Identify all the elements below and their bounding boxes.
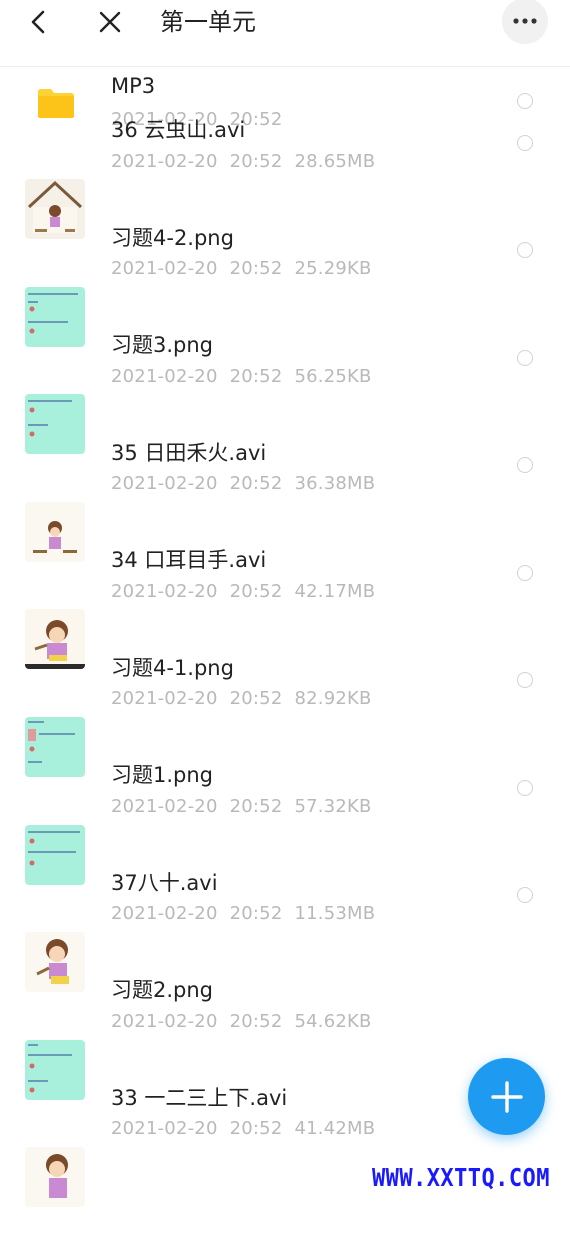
file-time: 20:52 xyxy=(229,1010,283,1032)
file-time: 20:52 xyxy=(229,472,283,494)
select-radio[interactable] xyxy=(517,456,533,473)
file-date: 2021-02-20 xyxy=(111,580,218,602)
file-name: 35 日田禾火.avi xyxy=(111,440,267,465)
top-bar: 第一单元 xyxy=(0,0,570,67)
file-size: 36.38MB xyxy=(294,472,376,494)
file-size: 28.65MB xyxy=(294,151,376,172)
file-size: 25.29KB xyxy=(294,258,372,279)
file-time: 20:52 xyxy=(229,687,283,709)
file-name: 33 一二三上下.avi xyxy=(111,1085,288,1110)
add-button[interactable] xyxy=(468,1058,545,1135)
select-radio[interactable] xyxy=(517,350,533,366)
file-meta: 2021-02-20 20:52 41.42MB xyxy=(111,1118,387,1139)
file-date: 2021-02-20 xyxy=(111,258,218,279)
file-size: 57.32KB xyxy=(294,795,372,817)
file-date: 2021-02-20 xyxy=(111,902,218,924)
image-thumbnail xyxy=(25,394,85,455)
file-time: 20:52 xyxy=(229,1117,283,1139)
file-size: 41.42MB xyxy=(294,1117,376,1139)
select-radio[interactable] xyxy=(517,779,533,796)
watermark-text: WWW.XXTTQ.COM xyxy=(372,1163,550,1192)
folder-icon xyxy=(38,89,74,118)
file-meta: 2021-02-20 20:52 25.29KB xyxy=(111,258,384,279)
select-radio[interactable] xyxy=(517,564,533,581)
video-thumbnail xyxy=(25,932,85,993)
file-size: 54.62KB xyxy=(294,1010,372,1032)
file-size: 11.53MB xyxy=(294,902,376,924)
video-thumbnail xyxy=(25,501,85,562)
video-thumbnail xyxy=(25,609,85,670)
file-name: 34 口耳目手.avi xyxy=(111,547,267,572)
more-dots-icon xyxy=(513,18,537,24)
file-name: 习题4-2.png xyxy=(111,226,234,250)
file-name: 习题2.png xyxy=(111,977,214,1002)
back-button[interactable] xyxy=(22,0,54,44)
file-name: 习题1.png xyxy=(111,762,214,787)
file-time: 20:52 xyxy=(229,366,283,387)
file-date: 2021-02-20 xyxy=(111,472,218,494)
image-thumbnail xyxy=(25,286,85,347)
file-size: 42.17MB xyxy=(294,580,376,602)
file-name: 习题3.png xyxy=(111,333,214,357)
file-meta: 2021-02-20 20:52 11.53MB xyxy=(111,903,387,924)
more-options-button[interactable] xyxy=(502,0,548,44)
file-meta: 2021-02-20 20:52 42.17MB xyxy=(111,581,387,602)
file-date: 2021-02-20 xyxy=(111,366,218,387)
file-time: 20:52 xyxy=(229,258,283,279)
file-meta: 2021-02-20 20:52 36.38MB xyxy=(111,473,387,494)
image-thumbnail xyxy=(25,824,85,885)
file-meta: 2021-02-20 20:52 28.65MB xyxy=(111,151,387,172)
chevron-left-icon xyxy=(31,10,45,34)
file-date: 2021-02-20 xyxy=(111,1010,218,1032)
image-thumbnail xyxy=(25,716,85,777)
file-date: 2021-02-20 xyxy=(111,151,218,172)
select-radio[interactable] xyxy=(517,671,533,688)
plus-icon xyxy=(490,1080,523,1113)
file-meta: 2021-02-20 20:52 57.32KB xyxy=(111,796,384,817)
file-size: 56.25KB xyxy=(294,366,372,387)
close-icon xyxy=(99,11,121,33)
video-thumbnail xyxy=(25,1147,85,1208)
file-size: 82.92KB xyxy=(294,687,372,709)
video-thumbnail xyxy=(25,179,85,239)
file-date: 2021-02-20 xyxy=(111,1117,218,1139)
file-meta: 2021-02-20 20:52 54.62KB xyxy=(111,1011,384,1032)
select-radio[interactable] xyxy=(517,135,533,151)
file-time: 20:52 xyxy=(229,902,283,924)
file-meta: 2021-02-20 20:52 56.25KB xyxy=(111,366,384,387)
file-date: 2021-02-20 xyxy=(111,687,218,709)
select-radio[interactable] xyxy=(517,242,533,258)
file-name: 习题4-1.png xyxy=(111,655,234,680)
file-name: 37八十.avi xyxy=(111,870,218,895)
select-radio[interactable] xyxy=(517,886,533,903)
page-title: 第一单元 xyxy=(160,8,256,36)
file-meta: 2021-02-20 20:52 82.92KB xyxy=(111,688,384,709)
file-time: 20:52 xyxy=(229,795,283,817)
file-date: 2021-02-20 xyxy=(111,795,218,817)
close-button[interactable] xyxy=(94,0,126,44)
list-item-video[interactable]: 33 一二三上下.avi 2021-02-20 20:52 41.42MB xyxy=(0,1086,570,1248)
file-time: 20:52 xyxy=(229,151,283,172)
file-name: 36 云虫山.avi xyxy=(111,118,246,142)
select-radio[interactable] xyxy=(517,93,533,109)
image-thumbnail xyxy=(25,1039,85,1100)
file-time: 20:52 xyxy=(229,580,283,602)
file-name: MP3 xyxy=(111,74,156,98)
